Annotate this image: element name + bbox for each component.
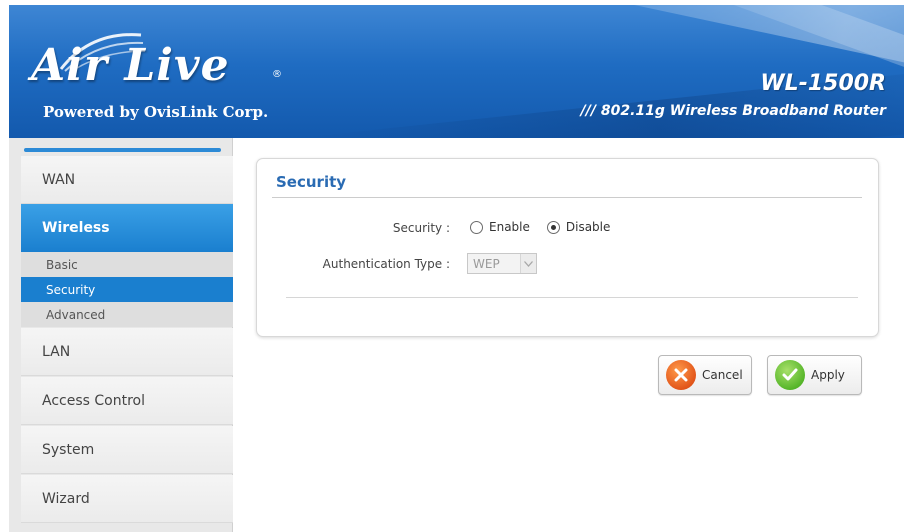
sidebar-item-label: Wireless	[42, 220, 110, 236]
radio-selected-dot	[550, 224, 556, 230]
apply-button-label: Apply	[811, 368, 845, 382]
security-disable-radio[interactable]	[546, 220, 560, 234]
sidebar-subitem-security[interactable]: Security	[21, 277, 233, 302]
security-radio-group: Enable Disable	[470, 220, 627, 234]
authentication-type-select[interactable]: WEP	[467, 253, 537, 274]
checkmark-icon	[775, 360, 805, 390]
sidebar-top-bar	[24, 148, 221, 152]
model-description: /// 802.11g Wireless Broadband Router	[580, 103, 886, 119]
select-value: WEP	[473, 256, 500, 271]
security-panel: Security Security : Enable Disable Authe…	[256, 158, 879, 337]
sidebar-item-label: System	[42, 441, 95, 458]
cancel-x-icon	[666, 360, 696, 390]
sidebar-subitem-label: Security	[46, 282, 96, 297]
divider	[272, 197, 862, 198]
sidebar-subitem-basic[interactable]: Basic	[21, 252, 233, 277]
chevron-down-icon	[520, 254, 536, 273]
sidebar-item-wireless[interactable]: Wireless	[21, 204, 233, 252]
sidebar-subitem-label: Basic	[46, 257, 78, 272]
sidebar-item-system[interactable]: System	[21, 426, 233, 474]
divider	[286, 297, 858, 298]
sidebar-item-wizard[interactable]: Wizard	[21, 475, 233, 523]
model-name: WL-1500R	[760, 71, 886, 96]
apply-button[interactable]: Apply	[767, 355, 862, 395]
sidebar-item-label: WAN	[42, 171, 76, 188]
sidebar-item-lan[interactable]: LAN	[21, 328, 233, 376]
cancel-button[interactable]: Cancel	[658, 355, 752, 395]
sidebar-item-wan[interactable]: WAN	[21, 156, 233, 204]
authentication-type-label: Authentication Type :	[322, 257, 450, 271]
security-enable-radio[interactable]	[470, 220, 483, 234]
sidebar-item-label: LAN	[42, 343, 71, 360]
security-label: Security :	[392, 221, 450, 235]
sidebar: WAN Wireless Basic Security Advanced LAN…	[9, 138, 233, 532]
sidebar-subitem-label: Advanced	[46, 307, 106, 322]
logo-tagline: Powered by OvisLink Corp.	[43, 103, 269, 121]
panel-title: Security	[276, 173, 347, 191]
registered-mark: ®	[272, 69, 282, 80]
radio-label-disable: Disable	[565, 220, 611, 234]
logo-text: Air Live	[31, 40, 230, 91]
header-banner: Air Live ® Powered by OvisLink Corp. WL-…	[9, 5, 904, 138]
sidebar-item-access-control[interactable]: Access Control	[21, 377, 233, 425]
sidebar-subitem-advanced[interactable]: Advanced	[21, 302, 233, 327]
sidebar-item-label: Wizard	[42, 490, 90, 507]
sidebar-item-label: Access Control	[42, 392, 145, 409]
cancel-button-label: Cancel	[702, 368, 743, 382]
radio-label-enable: Enable	[489, 220, 530, 234]
